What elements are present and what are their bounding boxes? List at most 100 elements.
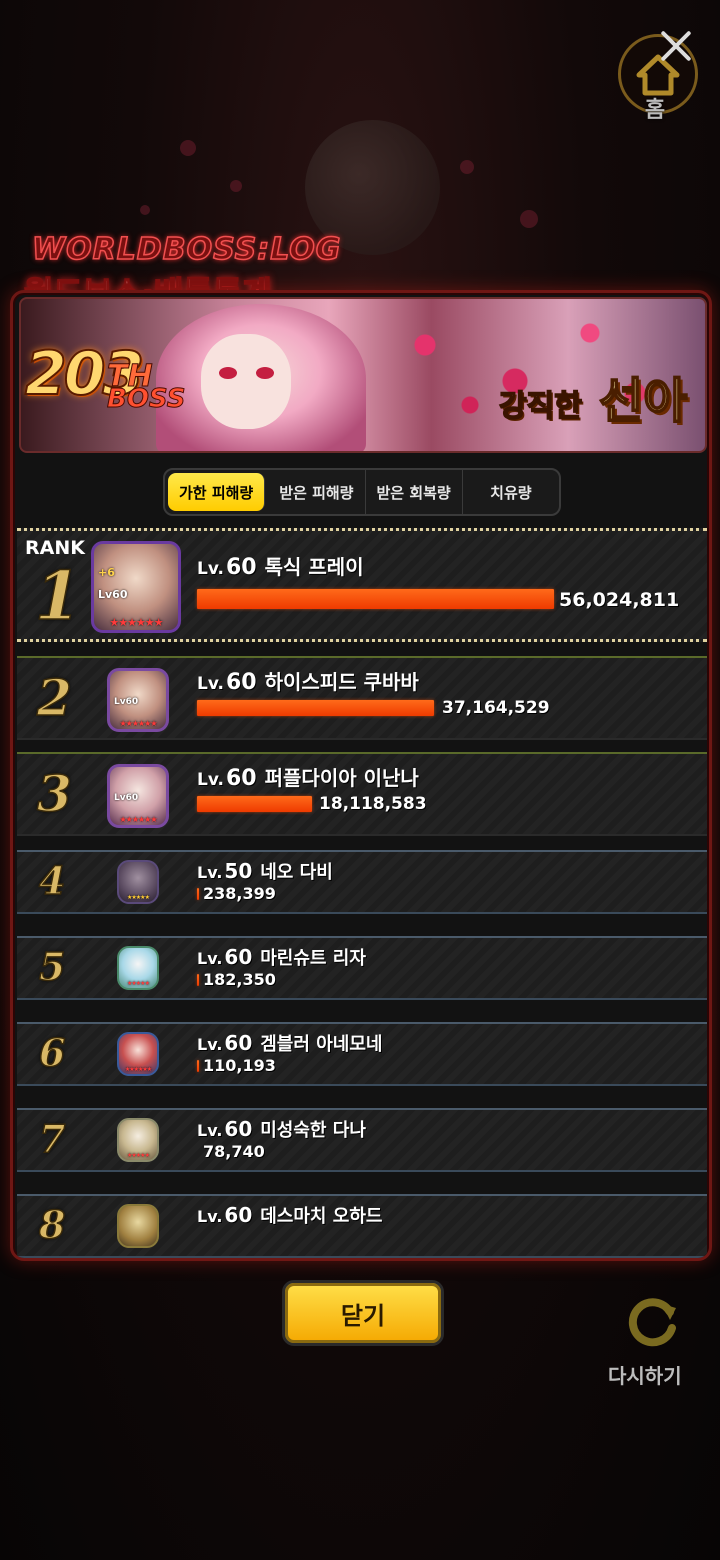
level-value: 60	[226, 555, 257, 580]
boss-name-prefix: 강직한	[498, 388, 582, 425]
close-button[interactable]: 닫기	[282, 1280, 444, 1346]
star-rating: ★★★★★	[127, 894, 150, 901]
star-rating: ★★★★★★	[124, 1066, 152, 1073]
background-blossom	[230, 180, 242, 192]
character-portrait: Lv60 ★★★★★★	[107, 668, 169, 732]
level-prefix: Lv.	[197, 949, 223, 968]
damage-bar	[197, 589, 554, 609]
character-name: 퍼플다이아 이난나	[264, 766, 419, 790]
level-prefix: Lv.	[197, 1121, 223, 1140]
battle-stats-panel: 203 TH BOSS 강직한 선아 가한 피해량 받은 피해량 받은 회복량 …	[10, 290, 712, 1261]
star-rating: ★★★★★	[127, 1152, 150, 1159]
tab-healing-received[interactable]: 받은 회복량	[366, 470, 463, 514]
character-level-name: Lv. 60 미성숙한 다나	[197, 1116, 366, 1142]
character-level-name: Lv.60 톡식 프레이	[197, 551, 364, 580]
rank-number: 2	[36, 667, 72, 728]
title-english: WORLDBOSS:LOG	[31, 231, 342, 268]
retry-label[interactable]: 다시하기	[608, 1360, 682, 1389]
boss-word: BOSS	[106, 384, 186, 415]
character-name: 미성숙한 다나	[260, 1120, 366, 1141]
rank-number: 3	[36, 763, 72, 824]
tab-healing-done[interactable]: 치유량	[463, 470, 559, 514]
damage-bar	[197, 888, 199, 900]
level-value: 60	[226, 670, 257, 695]
ranking-row-6[interactable]: 6 ★★★★★★ Lv. 60 겜블러 아네모네 110,193	[17, 1022, 707, 1086]
ranking-row-2[interactable]: 2 Lv60 ★★★★★★ Lv.60 하이스피드 쿠바바 37,164,529	[17, 656, 707, 740]
level-prefix: Lv.	[197, 559, 224, 579]
refresh-icon[interactable]	[620, 1290, 684, 1354]
character-name: 데스마치 오하드	[260, 1206, 383, 1227]
character-portrait: ★★★★★	[117, 1118, 159, 1162]
rank-number: 8	[38, 1201, 66, 1248]
ranking-row-5[interactable]: 5 ★★★★★ Lv. 60 마린슈트 리자 182,350	[17, 936, 707, 1000]
character-level-name: Lv. 60 겜블러 아네모네	[197, 1030, 382, 1056]
damage-value: 18,118,583	[319, 794, 427, 814]
rank-number: 4	[38, 857, 66, 904]
portrait-level: Lv60	[114, 697, 139, 707]
rank-number: 5	[38, 943, 66, 990]
stat-tabs: 가한 피해량 받은 피해량 받은 회복량 치유량	[163, 468, 561, 516]
boss-name: 선아	[598, 372, 688, 430]
star-rating: ★★★★★	[127, 980, 150, 987]
character-name: 하이스피드 쿠바바	[264, 670, 419, 694]
portrait-level: Lv60	[114, 793, 139, 803]
home-label: 홈	[644, 98, 666, 123]
level-prefix: Lv.	[197, 863, 223, 882]
character-name: 겜블러 아네모네	[260, 1034, 383, 1055]
level-prefix: Lv.	[197, 674, 224, 694]
character-name: 네오 다비	[260, 862, 333, 883]
boss-eye-art	[256, 367, 274, 379]
boss-eye-art	[219, 367, 237, 379]
damage-value: 37,164,529	[442, 698, 550, 718]
character-name: 마린슈트 리자	[260, 948, 366, 969]
level-value: 60	[224, 1031, 253, 1055]
rank-number: 1	[34, 556, 81, 636]
damage-value: 56,024,811	[559, 589, 680, 611]
tab-damage-dealt[interactable]: 가한 피해량	[168, 473, 266, 511]
level-prefix: Lv.	[197, 1207, 223, 1226]
close-icon[interactable]	[656, 26, 696, 66]
damage-bar	[197, 974, 199, 986]
background-blossom	[140, 205, 150, 215]
boss-banner: 203 TH BOSS 강직한 선아	[19, 297, 707, 453]
ranking-row-1[interactable]: RANK 1 +6 Lv60 ★★★★★★ Lv.60 톡식 프레이 56,024…	[17, 528, 707, 642]
star-rating: ★★★★★★	[109, 616, 163, 629]
star-rating: ★★★★★★	[119, 815, 157, 824]
character-portrait: ★★★★★★	[117, 1032, 159, 1076]
ranking-row-4[interactable]: 4 ★★★★★ Lv. 50 네오 다비 238,399	[17, 850, 707, 914]
ranking-row-7[interactable]: 7 ★★★★★ Lv. 60 미성숙한 다나 78,740	[17, 1108, 707, 1172]
rank-header-label: RANK	[25, 537, 85, 559]
character-level-name: Lv.60 하이스피드 쿠바바	[197, 666, 419, 695]
rank-number: 7	[38, 1115, 66, 1162]
character-portrait: +6 Lv60 ★★★★★★	[91, 541, 181, 633]
background-blossom	[180, 140, 196, 156]
character-portrait: Lv60 ★★★★★★	[107, 764, 169, 828]
ranking-row-3[interactable]: 3 Lv60 ★★★★★★ Lv.60 퍼플다이아 이난나 18,118,583	[17, 752, 707, 836]
character-level-name: Lv. 60 마린슈트 리자	[197, 944, 366, 970]
level-value: 60	[224, 1203, 253, 1227]
character-portrait: ★★★★★	[117, 860, 159, 904]
character-name: 톡식 프레이	[264, 555, 364, 579]
background-blossom	[460, 160, 474, 174]
character-level-name: Lv.60 퍼플다이아 이난나	[197, 762, 419, 791]
level-value: 60	[224, 945, 253, 969]
star-rating: ★★★★★★	[119, 719, 157, 728]
character-portrait	[117, 1204, 159, 1248]
damage-bar	[197, 1060, 199, 1072]
portrait-plus: +6	[98, 566, 115, 579]
damage-value: 78,740	[203, 1142, 265, 1161]
character-level-name: Lv. 50 네오 다비	[197, 858, 333, 884]
character-portrait: ★★★★★	[117, 946, 159, 990]
level-prefix: Lv.	[197, 770, 224, 790]
level-value: 60	[224, 1117, 253, 1141]
damage-bar	[197, 796, 313, 812]
damage-value: 238,399	[203, 884, 276, 903]
rank-number: 6	[38, 1029, 66, 1076]
level-value: 50	[224, 859, 253, 883]
ranking-row-8[interactable]: 8 Lv. 60 데스마치 오하드	[17, 1194, 707, 1258]
ranking-list[interactable]: RANK 1 +6 Lv60 ★★★★★★ Lv.60 톡식 프레이 56,024…	[17, 528, 707, 1258]
background-blossom	[520, 210, 538, 228]
boss-face-art	[201, 334, 291, 429]
tab-damage-received[interactable]: 받은 피해량	[268, 470, 366, 514]
damage-value: 182,350	[203, 970, 276, 989]
